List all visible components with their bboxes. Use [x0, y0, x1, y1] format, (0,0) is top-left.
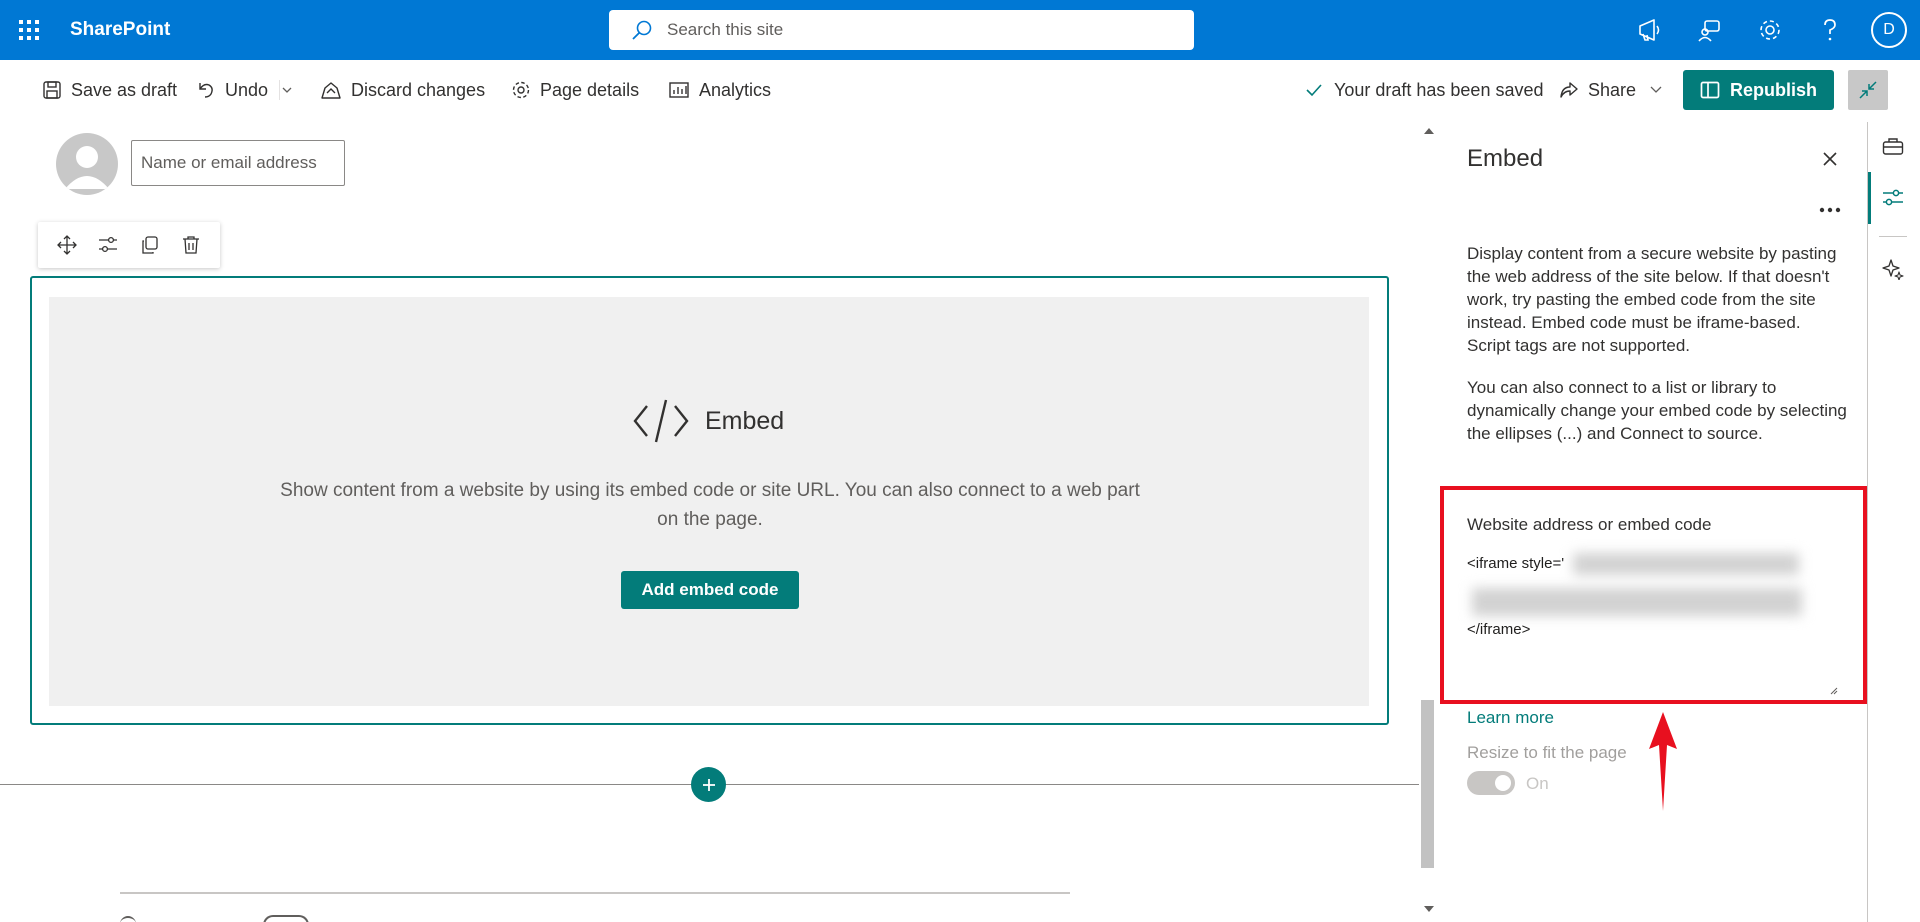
duplicate-icon[interactable] — [132, 227, 168, 263]
app-name[interactable]: SharePoint — [70, 19, 170, 41]
book-icon — [1700, 81, 1720, 99]
undo-button[interactable]: Undo — [196, 77, 268, 103]
undo-dropdown[interactable] — [279, 77, 302, 103]
sparkle-icon[interactable] — [1880, 256, 1906, 282]
more-icon[interactable] — [1816, 198, 1844, 222]
discard-changes-button[interactable]: Discard changes — [320, 77, 485, 103]
plus-icon[interactable] — [691, 767, 726, 802]
rail-separator — [1879, 236, 1907, 237]
webpart-title: Embed — [705, 406, 785, 435]
checkmark-icon — [1306, 84, 1322, 97]
chevron-down-icon — [279, 80, 292, 100]
discard-changes-label: Discard changes — [351, 79, 486, 100]
discard-icon — [321, 82, 341, 99]
help-icon[interactable] — [1816, 14, 1844, 46]
search-icon — [632, 20, 652, 40]
code-icon — [633, 399, 689, 443]
chevron-down-icon — [1650, 86, 1662, 93]
undo-label: Undo — [225, 79, 269, 100]
republish-label: Republish — [1729, 79, 1817, 100]
name-email-input[interactable]: Name or email address — [131, 140, 345, 186]
webpart-description: Show content from a website by using its… — [280, 480, 1140, 530]
waffle-icon[interactable] — [17, 18, 41, 42]
analytics-icon — [669, 82, 689, 98]
scrollbar-thumb[interactable] — [1421, 700, 1434, 868]
user-avatar[interactable]: D — [1871, 12, 1907, 48]
page-details-label: Page details — [540, 79, 640, 100]
move-icon[interactable] — [49, 227, 85, 263]
toggle-state: On — [1526, 774, 1549, 793]
partial-toggle — [263, 915, 309, 922]
highlight-box — [1440, 486, 1867, 704]
rail-active-indicator — [1868, 172, 1871, 224]
delete-icon[interactable] — [173, 227, 209, 263]
gear-icon — [512, 81, 530, 99]
save-as-draft-label: Save as draft — [71, 79, 178, 100]
save-status: Your draft has been saved — [1306, 77, 1544, 103]
analytics-label: Analytics — [699, 79, 772, 100]
megaphone-icon[interactable] — [1636, 14, 1664, 46]
resize-toggle[interactable] — [1467, 771, 1515, 795]
learn-more-link[interactable]: Learn more — [1467, 708, 1554, 728]
add-embed-code-button[interactable]: Add embed code — [621, 571, 799, 609]
resize-label: Resize to fit the page — [1467, 743, 1627, 762]
share-icon — [1560, 82, 1578, 98]
collapse-icon[interactable] — [1848, 70, 1888, 110]
share-button[interactable]: Share — [1559, 77, 1671, 103]
gear-icon[interactable] — [1756, 14, 1784, 46]
settings-sliders-icon[interactable] — [90, 227, 126, 263]
share-label: Share — [1588, 79, 1637, 100]
save-as-draft-button[interactable]: Save as draft — [42, 77, 177, 103]
scroll-down-arrow[interactable] — [1424, 906, 1434, 912]
person-avatar — [56, 133, 118, 195]
republish-button[interactable]: Republish — [1683, 70, 1834, 110]
pane-title: Embed — [1467, 145, 1544, 172]
search-placeholder: Search this site — [667, 20, 784, 39]
pane-description-connect: You can also connect to a list or librar… — [1467, 378, 1847, 443]
content-divider — [120, 892, 1070, 894]
partial-control — [120, 916, 136, 922]
undo-icon — [199, 83, 213, 98]
analytics-button[interactable]: Analytics — [668, 77, 771, 103]
save-icon — [43, 81, 61, 99]
page-details-button[interactable]: Page details — [511, 77, 639, 103]
search-box[interactable]: Search this site — [609, 10, 1194, 50]
close-icon[interactable] — [1818, 147, 1842, 171]
webpart-heading: Embed — [633, 398, 784, 444]
pane-description: Display content from a secure website by… — [1467, 244, 1837, 355]
rail-divider — [1867, 122, 1868, 922]
scroll-up-arrow[interactable] — [1424, 128, 1434, 134]
arrow-up-icon — [1649, 712, 1677, 811]
toolbox-icon[interactable] — [1880, 133, 1906, 159]
webpart-toolbar — [38, 222, 220, 268]
save-status-text: Your draft has been saved — [1334, 79, 1544, 100]
feedback-icon[interactable] — [1696, 14, 1724, 46]
settings-sliders-icon[interactable] — [1880, 185, 1906, 211]
